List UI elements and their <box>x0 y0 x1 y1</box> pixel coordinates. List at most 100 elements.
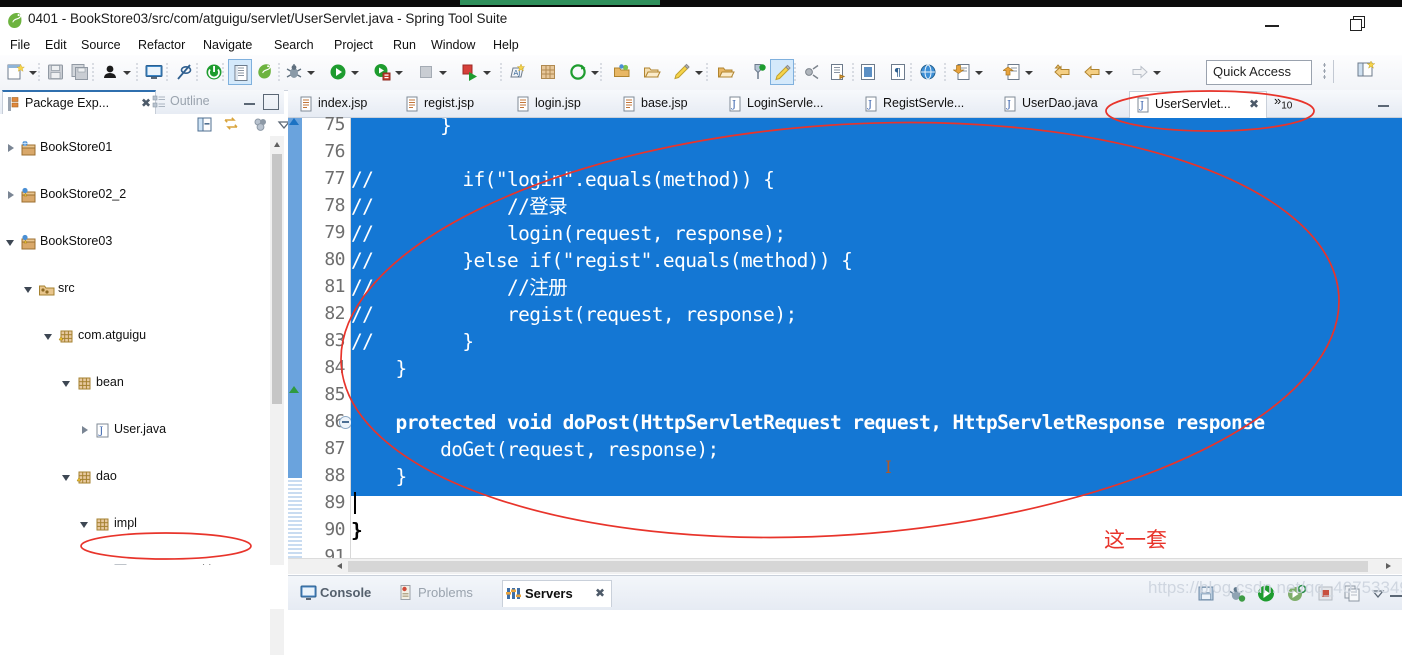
open-resource-icon[interactable] <box>640 59 664 85</box>
external-tools-dropdown[interactable] <box>588 59 601 85</box>
editor-horizontal-scrollbar[interactable] <box>288 558 1402 574</box>
editor-overview-ruler[interactable] <box>288 118 302 558</box>
external-tools-icon[interactable] <box>566 59 590 85</box>
menu-file[interactable]: File <box>6 37 34 53</box>
editor-tab-overflow-chevron[interactable]: »10 <box>1274 93 1292 112</box>
back-navigate-icon[interactable] <box>1050 59 1074 85</box>
open-type-icon[interactable] <box>228 59 252 85</box>
tab-problems[interactable]: Problems <box>396 580 500 606</box>
editor-tab-login-jsp[interactable]: login.jsp <box>510 91 610 117</box>
collapse-arrow-icon[interactable] <box>6 237 16 248</box>
project-tree[interactable]: BookStore01 BookStore02_2 BookStore03 sr… <box>0 136 270 609</box>
collapse-arrow-icon[interactable] <box>62 472 72 483</box>
menu-navigate[interactable]: Navigate <box>199 37 256 53</box>
tab-outline[interactable]: Outline <box>150 90 248 114</box>
tree-row-bean[interactable]: bean <box>0 371 270 396</box>
previous-annotation-dropdown[interactable] <box>1022 59 1035 85</box>
menu-window[interactable]: Window <box>427 37 479 53</box>
show-whitespace-icon[interactable]: ¶ <box>886 59 910 85</box>
minimize-view-button[interactable] <box>243 97 256 107</box>
edit-pencil-dropdown[interactable] <box>692 59 705 85</box>
code-text-area[interactable]: } // if("login".equals(method)) { // //登… <box>351 118 1402 558</box>
expand-arrow-icon[interactable] <box>6 143 16 154</box>
forward-back-icon[interactable] <box>1080 59 1104 85</box>
forward-back-dropdown[interactable] <box>1102 59 1115 85</box>
collapse-arrow-icon[interactable] <box>80 519 90 530</box>
quick-access-input[interactable]: Quick Access <box>1206 60 1312 85</box>
menu-help[interactable]: Help <box>489 37 523 53</box>
skip-breakpoints-icon[interactable] <box>172 59 196 85</box>
debug-dropdown[interactable] <box>304 59 317 85</box>
terminate-power-icon[interactable] <box>202 59 226 85</box>
run-last-tool-dropdown[interactable] <box>480 59 493 85</box>
view-menu-filters-icon[interactable] <box>252 116 274 135</box>
collapse-arrow-icon[interactable] <box>62 378 72 389</box>
tree-row-bookstore03[interactable]: BookStore03 <box>0 230 270 255</box>
console-view-icon[interactable] <box>142 59 166 85</box>
menu-search[interactable]: Search <box>270 37 318 53</box>
editor-tab-index-jsp[interactable]: index.jsp <box>293 91 397 117</box>
tree-row-impl[interactable]: impl <box>0 512 270 537</box>
run-last-tool-icon[interactable] <box>458 59 482 85</box>
editor-gutter[interactable]: 75 76 77 78 79 80 81 82 83 84 85 86 87 8… <box>302 114 352 567</box>
menu-edit[interactable]: Edit <box>41 37 71 53</box>
toggle-block-icon[interactable] <box>856 59 880 85</box>
expand-arrow-icon[interactable] <box>6 190 16 201</box>
menu-source[interactable]: Source <box>77 37 125 53</box>
editor-tab-userservlet-java[interactable]: J UserServlet... ✖ <box>1129 91 1267 119</box>
scroll-up-arrow-icon[interactable] <box>270 136 284 152</box>
window-minimize-button[interactable] <box>1258 13 1286 31</box>
open-perspective-icon[interactable] <box>610 59 634 85</box>
edit-pencil-icon[interactable] <box>670 59 694 85</box>
last-edit-location-icon[interactable] <box>826 59 850 85</box>
tree-row-com-atguigu[interactable]: com.atguigu <box>0 324 270 349</box>
new-java-package-icon[interactable] <box>536 59 560 85</box>
stop-icon[interactable] <box>414 59 438 85</box>
editor-tab-base-jsp[interactable]: base.jsp <box>616 91 716 117</box>
tab-console[interactable]: Console <box>298 580 394 606</box>
run-server-dropdown[interactable] <box>392 59 405 85</box>
annotate-icon[interactable] <box>770 59 794 85</box>
link-editor-icon[interactable] <box>800 59 824 85</box>
editor-tab-registservlet-java[interactable]: J RegistServle... <box>858 91 994 117</box>
tree-row-bookstore01[interactable]: BookStore01 <box>0 136 270 161</box>
save-all-icon[interactable] <box>68 59 92 85</box>
stop-dropdown[interactable] <box>436 59 449 85</box>
debug-icon[interactable] <box>282 59 306 85</box>
scrollbar-thumb[interactable] <box>348 561 1368 572</box>
previous-annotation-icon[interactable] <box>1000 59 1024 85</box>
window-restore-button[interactable] <box>1344 13 1372 31</box>
scroll-right-arrow-icon[interactable] <box>1382 559 1396 574</box>
collapse-arrow-icon[interactable] <box>24 284 34 295</box>
web-browser-icon[interactable] <box>916 59 940 85</box>
run-server-icon[interactable] <box>370 59 394 85</box>
menu-project[interactable]: Project <box>330 37 377 53</box>
collapse-all-icon[interactable] <box>196 116 218 135</box>
minimize-editor-button[interactable] <box>1377 99 1390 109</box>
scrollbar-thumb[interactable] <box>272 154 282 404</box>
maximize-view-button[interactable] <box>263 94 279 110</box>
open-perspective-button[interactable] <box>1356 60 1382 84</box>
close-icon[interactable]: ✖ <box>595 586 605 600</box>
open-folder-icon[interactable] <box>714 59 738 85</box>
save-icon[interactable] <box>44 59 68 85</box>
close-icon[interactable]: ✖ <box>1249 97 1259 111</box>
dark-theme-dropdown[interactable] <box>120 59 133 85</box>
forward-navigate-icon[interactable] <box>1128 59 1152 85</box>
forward-navigate-dropdown[interactable] <box>1150 59 1163 85</box>
tree-row-dao[interactable]: dao <box>0 465 270 490</box>
menu-refactor[interactable]: Refactor <box>134 37 189 53</box>
menu-run[interactable]: Run <box>389 37 420 53</box>
tab-package-explorer[interactable]: Package Exp... ✖ <box>2 90 156 116</box>
collapse-arrow-icon[interactable] <box>44 331 54 342</box>
dark-theme-icon[interactable] <box>98 59 122 85</box>
toolbar-drag-handle[interactable] <box>1323 62 1326 81</box>
editor-tab-regist-jsp[interactable]: regist.jsp <box>399 91 505 117</box>
editor-tab-userdao-java[interactable]: J UserDao.java <box>997 91 1123 117</box>
editor-tab-loginservlet-java[interactable]: J LoginServle... <box>722 91 854 117</box>
next-annotation-icon[interactable] <box>950 59 974 85</box>
expand-arrow-icon[interactable] <box>80 425 90 436</box>
tree-row-user-java[interactable]: J User.java <box>0 418 270 443</box>
link-with-editor-icon[interactable] <box>222 116 244 135</box>
run-icon[interactable] <box>326 59 350 85</box>
